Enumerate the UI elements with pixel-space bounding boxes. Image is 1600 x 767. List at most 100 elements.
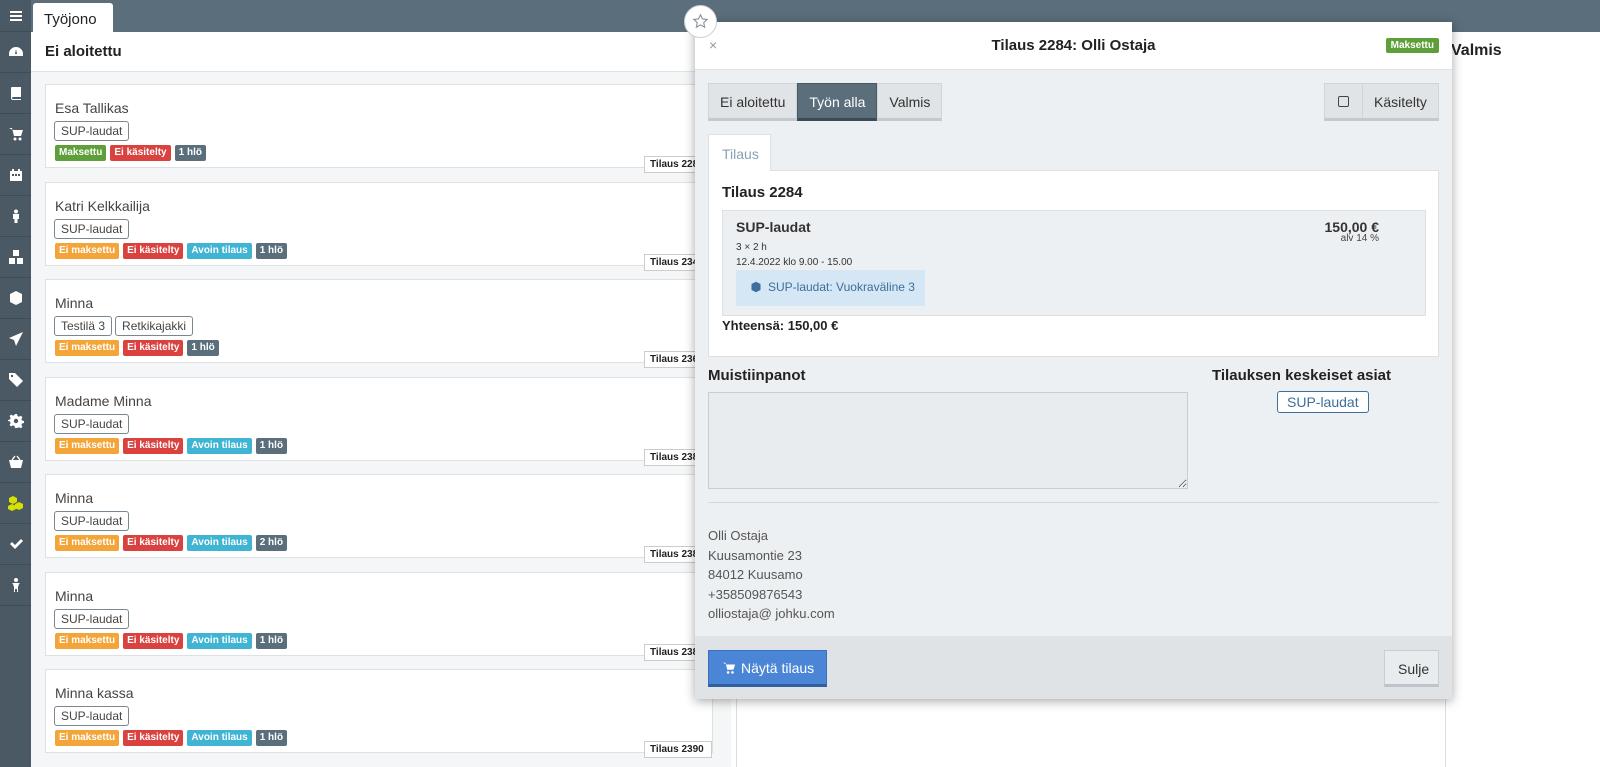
paid-badge: Maksettu	[1385, 38, 1439, 53]
favorite-star-icon[interactable]	[684, 5, 717, 38]
card-tags: SUP-laudat	[54, 608, 130, 629]
cubes-icon[interactable]	[0, 483, 31, 524]
check-icon[interactable]	[0, 524, 31, 565]
card-tags: Testilä 3 Retkikajakki	[54, 316, 194, 336]
calendar-icon[interactable]	[0, 155, 31, 196]
send-icon[interactable]	[0, 319, 31, 360]
work-card[interactable]: Katri Kelkkailija SUP-laudat Ei maksettu Ei…	[45, 181, 713, 271]
customer-phone: +358509876543	[708, 586, 803, 602]
card-tags: SUP-laudat	[54, 218, 130, 239]
item-resource-label: SUP-laudat: Vuokraväline 3	[768, 280, 915, 294]
order-item: SUP-laudat 150,00 € alv 14 % 3 × 2 h 12.…	[722, 210, 1426, 316]
customer-street: Kuusamontie 23	[708, 547, 802, 563]
status-badge: Ei käsitelty	[123, 437, 184, 454]
tag-icon[interactable]	[0, 360, 31, 401]
order-title: Tilaus 2284	[722, 184, 803, 201]
status-badge: Ei maksettu	[55, 632, 120, 649]
status-badge: Ei maksettu	[55, 730, 120, 746]
card-order-number: Tilaus 2390	[644, 741, 712, 758]
menu-icon[interactable]	[0, 0, 31, 32]
work-card[interactable]: Minna SUP-laudat Ei maksettu Ei käsitelty Av…	[45, 474, 713, 563]
status-in-progress-button[interactable]: Työn alla	[797, 83, 878, 121]
cube-icon[interactable]	[0, 278, 31, 319]
card-customer-name: Minna kassa	[55, 685, 134, 701]
tab-order[interactable]: Tilaus	[708, 134, 771, 171]
card-tags: SUP-laudat	[54, 413, 130, 434]
card-customer-name: Katri Kelkkailija	[55, 197, 150, 214]
status-badge: Ei käsitelty	[123, 632, 184, 649]
status-badge: Maksettu	[55, 145, 107, 161]
status-badge: 1 hlö	[255, 242, 288, 259]
item-datetime: 12.4.2022 klo 9.00 - 15.00	[736, 257, 853, 268]
card-badges: Maksettu Ei käsitelty 1 hlö	[55, 145, 206, 161]
close-button[interactable]: Sulje	[1384, 650, 1439, 687]
card-tags: SUP-laudat	[54, 511, 130, 531]
customer-email: olliostaja@ johku.com	[708, 606, 835, 621]
product-tag: SUP-laudat	[54, 511, 130, 531]
work-card[interactable]: Madame Minna SUP-laudat Ei maksettu Ei käsi…	[45, 376, 713, 466]
customer-postal: 84012 Kuusamo	[708, 567, 803, 582]
status-badge: Ei käsitelty	[123, 340, 184, 356]
processed-label: Käsitelty	[1374, 94, 1427, 110]
dashboard-icon[interactable]	[0, 32, 31, 73]
child-icon[interactable]	[0, 565, 31, 606]
basket-icon[interactable]	[0, 442, 31, 483]
status-badge: 1 hlö	[255, 730, 288, 746]
column-title-done: Valmis	[1451, 42, 1502, 59]
show-order-button[interactable]: Näytä tilaus	[708, 650, 827, 687]
book-icon[interactable]	[0, 73, 31, 114]
gear-icon[interactable]	[0, 401, 31, 442]
status-badge: Avoin tilaus	[187, 632, 252, 649]
item-quantity: 3 × 2 h	[736, 242, 767, 253]
status-not-started-button[interactable]: Ei aloitettu	[708, 83, 798, 121]
customer-address: Olli Ostaja Kuusamontie 23 84012 Kuusamo…	[708, 526, 835, 624]
modal-footer: Näytä tilaus Sulje	[695, 636, 1452, 699]
card-badges: Ei maksettu Ei käsitelty Avoin tilaus 2 hlö	[55, 535, 288, 551]
sidebar	[0, 0, 31, 767]
column-not-started: Ei aloitettu i Esa Tallikas SUP-laudat Mak…	[31, 32, 731, 767]
status-badge: Ei maksettu	[55, 437, 120, 454]
card-customer-name: Esa Tallikas	[55, 100, 129, 116]
product-tag: SUP-laudat	[54, 608, 130, 629]
card-customer-name: Minna	[55, 587, 94, 604]
notes-textarea[interactable]	[708, 392, 1188, 489]
status-badge: Ei maksettu	[55, 242, 120, 259]
person-icon[interactable]	[0, 196, 31, 237]
product-tag: SUP-laudat	[54, 121, 130, 141]
divider	[708, 502, 1439, 503]
status-done-button[interactable]: Valmis	[877, 83, 943, 121]
work-card[interactable]: Minna Testilä 3 Retkikajakki Ei maksettu Ei …	[45, 279, 713, 368]
processed-checkbox[interactable]	[1325, 84, 1363, 118]
product-tag: Retkikajakki	[115, 316, 194, 336]
work-card[interactable]: Esa Tallikas SUP-laudat Maksettu Ei käsitel…	[45, 84, 713, 173]
column-title: Ei aloitettu	[45, 43, 122, 60]
boxes-icon[interactable]	[0, 237, 31, 278]
status-segmented-control: Ei aloitettu Työn alla Valmis	[708, 83, 943, 121]
item-vat: alv 14 %	[1340, 233, 1379, 244]
processed-toggle[interactable]: Käsitelty	[1324, 83, 1439, 121]
product-tag: SUP-laudat	[54, 218, 130, 239]
card-tags: SUP-laudat	[54, 706, 130, 726]
status-badge: Ei käsitelty	[110, 145, 171, 161]
card-badges: Ei maksettu Ei käsitelty Avoin tilaus 1 hlö	[55, 632, 288, 649]
status-badge: Avoin tilaus	[187, 242, 252, 259]
card-customer-name: Madame Minna	[55, 392, 152, 409]
status-badge: Ei käsitelty	[123, 242, 184, 259]
cart-icon[interactable]	[0, 114, 31, 155]
status-badge: 1 hlö	[255, 632, 288, 649]
tab-tyojono[interactable]: Työjono	[33, 3, 113, 32]
card-customer-name: Minna	[55, 295, 94, 311]
card-customer-name: Minna	[55, 490, 94, 506]
status-badge: Avoin tilaus	[187, 437, 252, 454]
status-badge: Ei käsitelty	[123, 535, 184, 551]
status-badge: Avoin tilaus	[187, 535, 252, 551]
item-resource[interactable]: SUP-laudat: Vuokraväline 3	[736, 270, 925, 306]
cube-icon	[751, 281, 761, 293]
customer-name: Olli Ostaja	[708, 528, 768, 543]
show-order-label: Näytä tilaus	[741, 659, 815, 676]
card-badges: Ei maksettu Ei käsitelty 1 hlö	[55, 340, 219, 356]
work-card[interactable]: Minna kassa SUP-laudat Ei maksettu Ei käsit…	[45, 669, 713, 758]
status-badge: Avoin tilaus	[187, 730, 252, 746]
work-card[interactable]: Minna SUP-laudat Ei maksettu Ei käsitelty Av…	[45, 571, 713, 661]
status-badge: Ei maksettu	[55, 535, 120, 551]
